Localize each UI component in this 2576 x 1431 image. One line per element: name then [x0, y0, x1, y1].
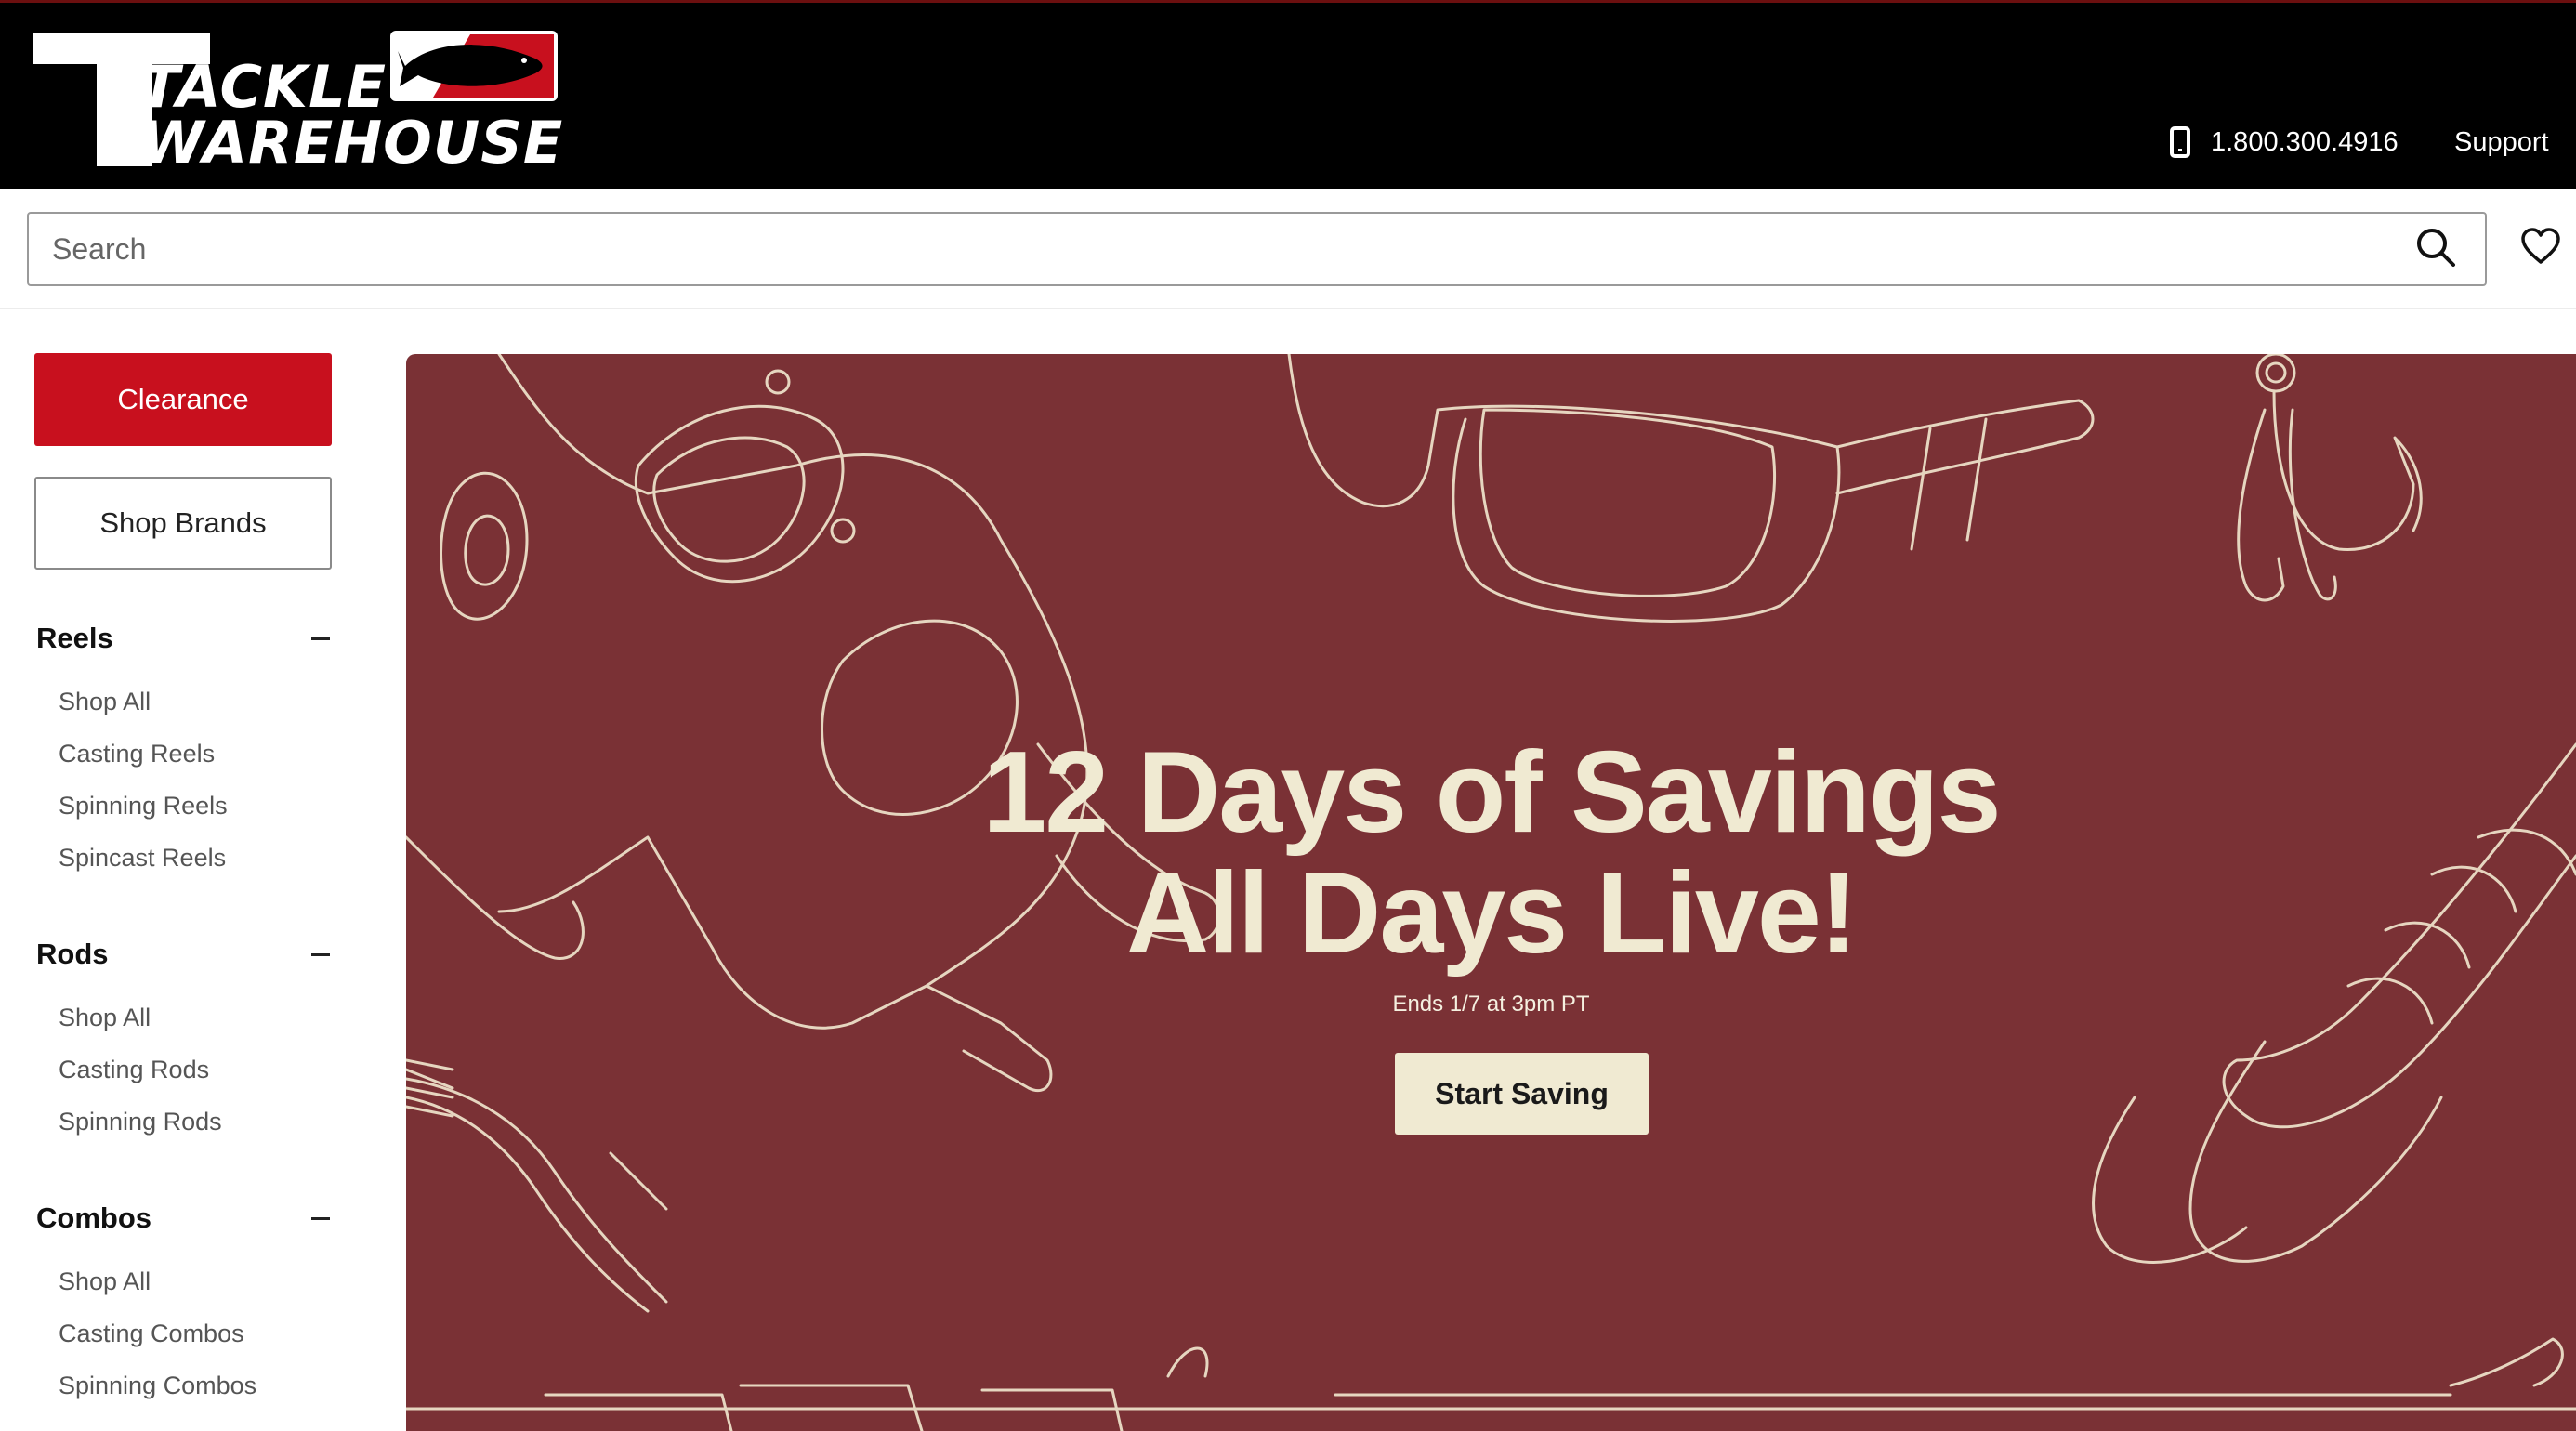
hero-subtitle: Ends 1/7 at 3pm PT — [1392, 991, 1590, 1017]
category-header-rods[interactable]: Rods — [36, 934, 334, 975]
phone-icon — [2170, 126, 2190, 158]
category-title: Rods — [36, 938, 109, 970]
collapse-minus-icon[interactable] — [311, 1216, 330, 1220]
sidebar-link-casting-reels[interactable]: Casting Reels — [59, 737, 215, 770]
collapse-minus-icon[interactable] — [311, 637, 330, 640]
clearance-button[interactable]: Clearance — [34, 353, 332, 446]
sidebar-link-spinning-rods[interactable]: Spinning Rods — [59, 1105, 222, 1138]
collapse-minus-icon[interactable] — [311, 952, 330, 956]
hero-title-line1: 12 Days of Savings — [982, 729, 2001, 857]
category-title: Reels — [36, 622, 113, 654]
sidebar-link-spinning-reels[interactable]: Spinning Reels — [59, 789, 228, 822]
sidebar-link-casting-combos[interactable]: Casting Combos — [59, 1317, 244, 1350]
site-header: TACKLE WAREHOUSE 1.800.300.4916 Support — [0, 0, 2576, 189]
shop-brands-button[interactable]: Shop Brands — [34, 477, 332, 570]
sidebar-link-spinning-combos[interactable]: Spinning Combos — [59, 1369, 256, 1402]
heart-icon[interactable] — [2520, 228, 2561, 265]
category-header-combos[interactable]: Combos — [36, 1198, 334, 1239]
support-link[interactable]: Support — [2454, 122, 2549, 163]
phone-number: 1.800.300.4916 — [2211, 126, 2399, 157]
start-saving-button[interactable]: Start Saving — [1395, 1053, 1649, 1135]
category-sidebar: Clearance Shop Brands Reels Shop All Cas… — [0, 309, 372, 1431]
hero-banner[interactable]: 12 Days of Savings All Days Live! Ends 1… — [406, 354, 2576, 1431]
category-title: Combos — [36, 1201, 151, 1234]
sidebar-link-reels-shop-all[interactable]: Shop All — [59, 685, 151, 718]
sidebar-link-rods-shop-all[interactable]: Shop All — [59, 1001, 151, 1034]
phone-link[interactable]: 1.800.300.4916 — [2170, 122, 2399, 163]
sidebar-link-combos-shop-all[interactable]: Shop All — [59, 1265, 151, 1298]
hero-title-line2: All Days Live! — [1125, 849, 1858, 978]
sidebar-link-casting-rods[interactable]: Casting Rods — [59, 1053, 209, 1086]
tackle-warehouse-logo[interactable]: TACKLE WAREHOUSE — [33, 27, 684, 166]
category-header-reels[interactable]: Reels — [36, 618, 334, 659]
search-icon[interactable] — [2414, 226, 2457, 269]
search-bar — [0, 189, 2576, 309]
search-input[interactable] — [27, 212, 2487, 286]
logo-line2: WAREHOUSE — [140, 109, 563, 166]
sidebar-link-spincast-reels[interactable]: Spincast Reels — [59, 841, 226, 874]
